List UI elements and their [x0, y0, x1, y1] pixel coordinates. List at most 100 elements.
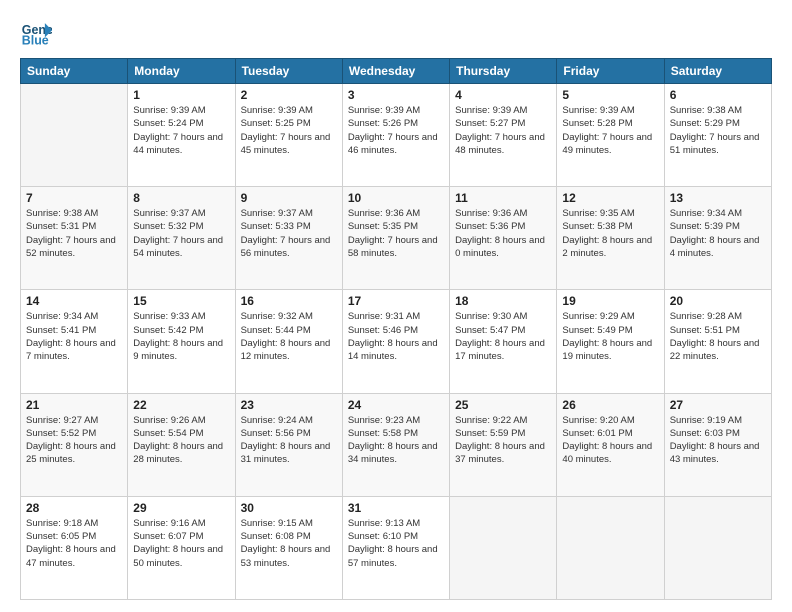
day-number: 17 [348, 294, 444, 308]
day-info: Sunrise: 9:18 AMSunset: 6:05 PMDaylight:… [26, 517, 122, 570]
day-cell: 18 Sunrise: 9:30 AMSunset: 5:47 PMDayligh… [450, 290, 557, 393]
logo-icon: General Blue [20, 16, 52, 48]
day-info: Sunrise: 9:34 AMSunset: 5:39 PMDaylight:… [670, 207, 766, 260]
day-number: 3 [348, 88, 444, 102]
day-cell [450, 496, 557, 599]
header: General Blue [20, 16, 772, 48]
day-info: Sunrise: 9:28 AMSunset: 5:51 PMDaylight:… [670, 310, 766, 363]
day-info: Sunrise: 9:19 AMSunset: 6:03 PMDaylight:… [670, 414, 766, 467]
day-number: 19 [562, 294, 658, 308]
day-cell: 13 Sunrise: 9:34 AMSunset: 5:39 PMDayligh… [664, 187, 771, 290]
day-info: Sunrise: 9:16 AMSunset: 6:07 PMDaylight:… [133, 517, 229, 570]
day-cell: 21Sunrise: 9:27 AMSunset: 5:52 PMDayligh… [21, 393, 128, 496]
day-cell: 3 Sunrise: 9:39 AMSunset: 5:26 PMDaylight… [342, 84, 449, 187]
day-number: 18 [455, 294, 551, 308]
calendar-table: SundayMondayTuesdayWednesdayThursdayFrid… [20, 58, 772, 600]
day-cell: 15Sunrise: 9:33 AMSunset: 5:42 PMDayligh… [128, 290, 235, 393]
day-info: Sunrise: 9:35 AMSunset: 5:38 PMDaylight:… [562, 207, 658, 260]
day-number: 24 [348, 398, 444, 412]
day-number: 21 [26, 398, 122, 412]
day-cell: 9Sunrise: 9:37 AMSunset: 5:33 PMDaylight… [235, 187, 342, 290]
day-cell: 5 Sunrise: 9:39 AMSunset: 5:28 PMDaylight… [557, 84, 664, 187]
day-number: 5 [562, 88, 658, 102]
day-info: Sunrise: 9:32 AMSunset: 5:44 PMDaylight:… [241, 310, 337, 363]
day-cell: 1 Sunrise: 9:39 AMSunset: 5:24 PMDaylight… [128, 84, 235, 187]
day-cell: 7 Sunrise: 9:38 AMSunset: 5:31 PMDaylight… [21, 187, 128, 290]
day-info: Sunrise: 9:20 AMSunset: 6:01 PMDaylight:… [562, 414, 658, 467]
day-cell: 11 Sunrise: 9:36 AMSunset: 5:36 PMDayligh… [450, 187, 557, 290]
day-cell: 29 Sunrise: 9:16 AMSunset: 6:07 PMDayligh… [128, 496, 235, 599]
day-number: 11 [455, 191, 551, 205]
day-cell: 8Sunrise: 9:37 AMSunset: 5:32 PMDaylight… [128, 187, 235, 290]
header-row: SundayMondayTuesdayWednesdayThursdayFrid… [21, 59, 772, 84]
day-info: Sunrise: 9:39 AMSunset: 5:27 PMDaylight:… [455, 104, 551, 157]
day-cell [21, 84, 128, 187]
day-number: 26 [562, 398, 658, 412]
col-header-friday: Friday [557, 59, 664, 84]
day-cell: 22Sunrise: 9:26 AMSunset: 5:54 PMDayligh… [128, 393, 235, 496]
day-cell: 28 Sunrise: 9:18 AMSunset: 6:05 PMDayligh… [21, 496, 128, 599]
day-info: Sunrise: 9:38 AMSunset: 5:29 PMDaylight:… [670, 104, 766, 157]
day-info: Sunrise: 9:39 AMSunset: 5:24 PMDaylight:… [133, 104, 229, 157]
day-cell: 25 Sunrise: 9:22 AMSunset: 5:59 PMDayligh… [450, 393, 557, 496]
day-cell: 20 Sunrise: 9:28 AMSunset: 5:51 PMDayligh… [664, 290, 771, 393]
day-info: Sunrise: 9:22 AMSunset: 5:59 PMDaylight:… [455, 414, 551, 467]
day-cell: 14Sunrise: 9:34 AMSunset: 5:41 PMDayligh… [21, 290, 128, 393]
day-info: Sunrise: 9:24 AMSunset: 5:56 PMDaylight:… [241, 414, 337, 467]
day-info: Sunrise: 9:38 AMSunset: 5:31 PMDaylight:… [26, 207, 122, 260]
day-info: Sunrise: 9:13 AMSunset: 6:10 PMDaylight:… [348, 517, 444, 570]
calendar-page: General Blue SundayMondayTuesdayWednesda… [0, 0, 792, 612]
day-number: 2 [241, 88, 337, 102]
day-cell: 19 Sunrise: 9:29 AMSunset: 5:49 PMDayligh… [557, 290, 664, 393]
week-row-2: 7 Sunrise: 9:38 AMSunset: 5:31 PMDaylight… [21, 187, 772, 290]
col-header-wednesday: Wednesday [342, 59, 449, 84]
day-number: 15 [133, 294, 229, 308]
week-row-3: 14Sunrise: 9:34 AMSunset: 5:41 PMDayligh… [21, 290, 772, 393]
col-header-sunday: Sunday [21, 59, 128, 84]
day-number: 23 [241, 398, 337, 412]
col-header-saturday: Saturday [664, 59, 771, 84]
day-number: 25 [455, 398, 551, 412]
week-row-4: 21Sunrise: 9:27 AMSunset: 5:52 PMDayligh… [21, 393, 772, 496]
week-row-5: 28 Sunrise: 9:18 AMSunset: 6:05 PMDayligh… [21, 496, 772, 599]
day-number: 29 [133, 501, 229, 515]
day-cell: 10 Sunrise: 9:36 AMSunset: 5:35 PMDayligh… [342, 187, 449, 290]
day-cell [557, 496, 664, 599]
day-info: Sunrise: 9:39 AMSunset: 5:28 PMDaylight:… [562, 104, 658, 157]
day-number: 22 [133, 398, 229, 412]
day-info: Sunrise: 9:23 AMSunset: 5:58 PMDaylight:… [348, 414, 444, 467]
day-cell: 30Sunrise: 9:15 AMSunset: 6:08 PMDayligh… [235, 496, 342, 599]
day-number: 27 [670, 398, 766, 412]
col-header-monday: Monday [128, 59, 235, 84]
day-cell: 12Sunrise: 9:35 AMSunset: 5:38 PMDayligh… [557, 187, 664, 290]
day-number: 6 [670, 88, 766, 102]
day-cell: 2Sunrise: 9:39 AMSunset: 5:25 PMDaylight… [235, 84, 342, 187]
day-cell: 26 Sunrise: 9:20 AMSunset: 6:01 PMDayligh… [557, 393, 664, 496]
day-info: Sunrise: 9:36 AMSunset: 5:35 PMDaylight:… [348, 207, 444, 260]
day-info: Sunrise: 9:39 AMSunset: 5:26 PMDaylight:… [348, 104, 444, 157]
col-header-tuesday: Tuesday [235, 59, 342, 84]
day-number: 10 [348, 191, 444, 205]
day-number: 28 [26, 501, 122, 515]
day-number: 20 [670, 294, 766, 308]
day-number: 30 [241, 501, 337, 515]
day-number: 4 [455, 88, 551, 102]
day-cell: 27 Sunrise: 9:19 AMSunset: 6:03 PMDayligh… [664, 393, 771, 496]
day-cell: 23 Sunrise: 9:24 AMSunset: 5:56 PMDayligh… [235, 393, 342, 496]
day-info: Sunrise: 9:30 AMSunset: 5:47 PMDaylight:… [455, 310, 551, 363]
day-info: Sunrise: 9:36 AMSunset: 5:36 PMDaylight:… [455, 207, 551, 260]
svg-text:Blue: Blue [22, 33, 49, 47]
day-info: Sunrise: 9:31 AMSunset: 5:46 PMDaylight:… [348, 310, 444, 363]
day-number: 14 [26, 294, 122, 308]
day-cell [664, 496, 771, 599]
day-number: 13 [670, 191, 766, 205]
day-number: 9 [241, 191, 337, 205]
day-number: 8 [133, 191, 229, 205]
day-info: Sunrise: 9:29 AMSunset: 5:49 PMDaylight:… [562, 310, 658, 363]
week-row-1: 1 Sunrise: 9:39 AMSunset: 5:24 PMDaylight… [21, 84, 772, 187]
day-number: 1 [133, 88, 229, 102]
day-cell: 24 Sunrise: 9:23 AMSunset: 5:58 PMDayligh… [342, 393, 449, 496]
day-cell: 17 Sunrise: 9:31 AMSunset: 5:46 PMDayligh… [342, 290, 449, 393]
day-cell: 16Sunrise: 9:32 AMSunset: 5:44 PMDayligh… [235, 290, 342, 393]
day-number: 7 [26, 191, 122, 205]
